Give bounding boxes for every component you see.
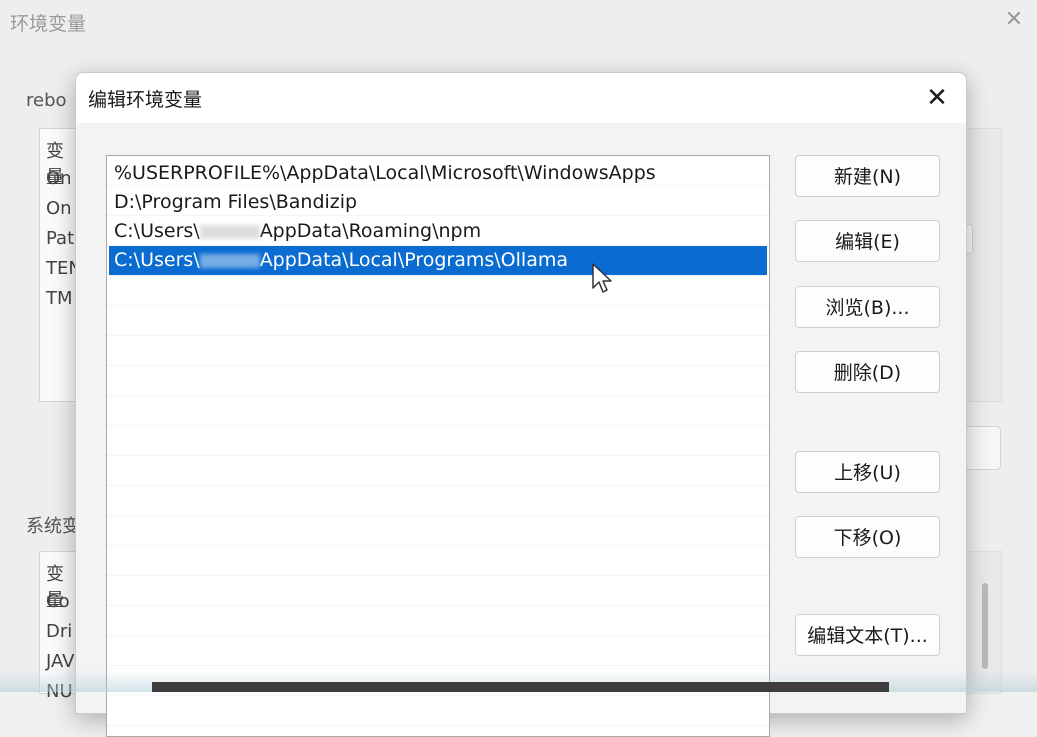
path-row[interactable]: %USERPROFILE%\AppData\Local\Microsoft\Wi… <box>109 159 767 188</box>
bg-button-edge[interactable] <box>965 426 1001 470</box>
user-variables-list-right <box>965 128 1002 402</box>
dialog-title: 编辑环境变量 <box>88 89 203 111</box>
move-down-button[interactable]: 下移(O) <box>795 516 940 558</box>
system-var-row[interactable]: JAV <box>46 651 74 672</box>
path-text-prefix: C:\Users\ <box>114 220 200 242</box>
taskbar-edge <box>152 682 889 692</box>
redacted-username <box>199 224 260 239</box>
user-var-row[interactable]: Pat <box>46 228 74 249</box>
redacted-username <box>199 253 260 268</box>
path-list[interactable]: %USERPROFILE%\AppData\Local\Microsoft\Wi… <box>106 155 770 737</box>
move-up-button[interactable]: 上移(U) <box>795 451 940 493</box>
mouse-pointer-icon <box>591 262 615 300</box>
path-row[interactable]: D:\Program Files\Bandizip <box>109 188 767 217</box>
user-var-row[interactable]: On <box>46 198 72 219</box>
path-row[interactable]: C:\Users\ AppData\Roaming\npm <box>109 217 767 246</box>
edit-environment-variable-dialog: 编辑环境变量 ✕ %USERPROFILE%\AppData\Local\Mic… <box>75 72 967 737</box>
dialog-close-icon[interactable]: ✕ <box>922 83 952 113</box>
new-button[interactable]: 新建(N) <box>795 155 940 197</box>
delete-button[interactable]: 删除(D) <box>795 351 940 393</box>
path-text-prefix: C:\Users\ <box>114 249 200 271</box>
path-row-selected[interactable]: C:\Users\ AppData\Local\Programs\Ollama <box>109 246 767 275</box>
path-text-suffix: AppData\Roaming\npm <box>259 220 482 242</box>
system-list-scrollbar[interactable] <box>982 583 988 669</box>
browse-button[interactable]: 浏览(B)... <box>795 286 940 328</box>
system-variables-label: 系统变 <box>26 516 80 537</box>
path-text: %USERPROFILE%\AppData\Local\Microsoft\Wi… <box>114 162 656 184</box>
system-var-row[interactable]: Co <box>46 591 70 612</box>
edit-button[interactable]: 编辑(E) <box>795 220 940 262</box>
path-text: D:\Program Files\Bandizip <box>114 191 358 213</box>
window-title: 环境变量 <box>10 13 87 35</box>
user-variables-label: rebo <box>26 90 67 111</box>
user-var-row[interactable]: TM <box>46 288 73 309</box>
window-close-icon[interactable]: ✕ <box>1000 6 1028 34</box>
user-var-row[interactable]: On <box>46 168 72 189</box>
edit-text-button[interactable]: 编辑文本(T)... <box>795 614 940 656</box>
system-var-row[interactable]: Dri <box>46 621 72 642</box>
path-text-suffix: AppData\Local\Programs\Ollama <box>259 249 568 271</box>
dialog-titlebar: 编辑环境变量 ✕ <box>76 73 966 123</box>
